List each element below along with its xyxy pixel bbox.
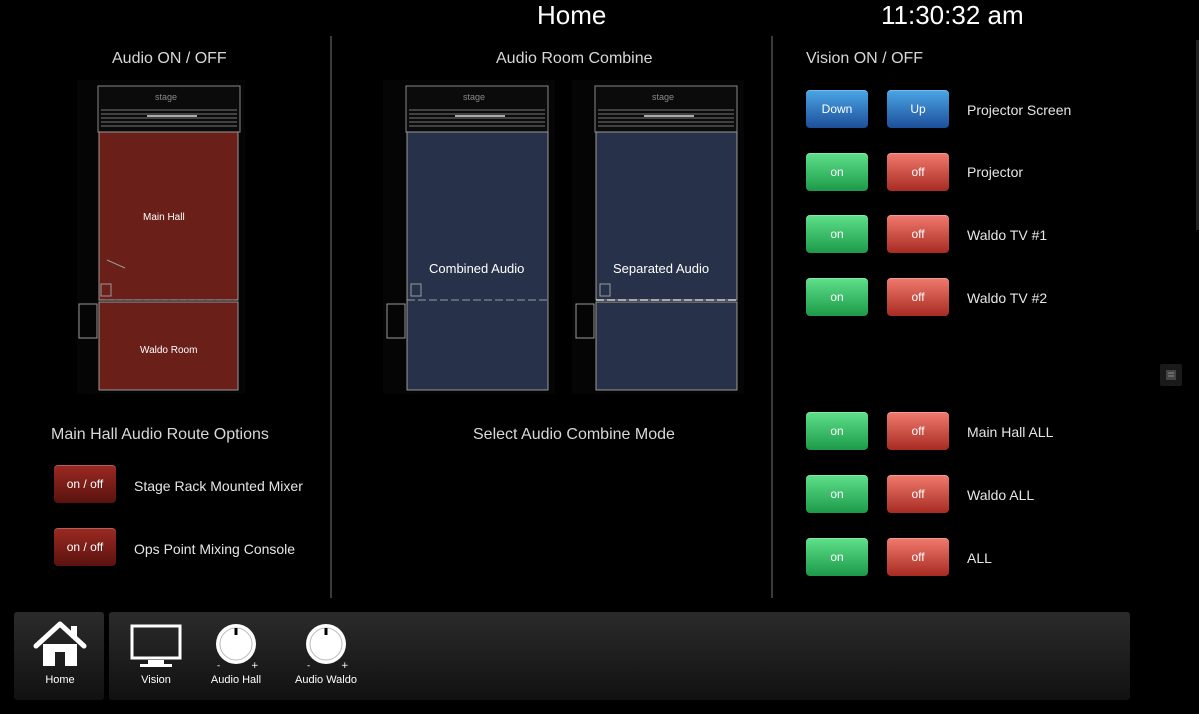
all-label: ALL [967,550,992,566]
monitor-icon [130,624,182,667]
svg-text:+: + [341,661,349,670]
combined-audio-plan[interactable] [383,80,555,394]
audio-onoff-title: Audio ON / OFF [112,50,227,67]
projector-off-button[interactable]: off [887,153,949,191]
vision-onoff-title: Vision ON / OFF [806,50,924,67]
nav-home-label: Home [45,674,75,686]
combine-title: Audio Room Combine [496,50,653,67]
projector-label: Projector [967,164,1024,180]
separated-audio-plan[interactable] [572,80,744,394]
stage-label-combined: stage [463,92,486,102]
waldo-tv1-on-button[interactable]: on [806,215,868,253]
waldo-tv1-label: Waldo TV #1 [967,227,1048,243]
waldo-tv2-off-button[interactable]: off [887,278,949,316]
waldo-all-on-button[interactable]: on [806,475,868,513]
volume-knob-icon: - + [216,624,259,670]
all-on-button[interactable]: on [806,538,868,576]
nav-audio-hall[interactable]: - + Audio Hall [208,620,264,686]
nav-home[interactable]: Home [30,620,90,686]
projector-screen-label: Projector Screen [967,102,1072,118]
stage-label: stage [155,92,178,102]
waldo-room-label: Waldo Room [140,345,198,356]
main-hall-all-label: Main Hall ALL [967,424,1054,440]
clock: 11:30:32 am [881,0,1024,30]
separated-audio-label: Separated Audio [613,261,710,276]
svg-text:-: - [307,661,310,670]
main-hall-all-off-button[interactable]: off [887,412,949,450]
projector-screen-down-button[interactable]: Down [806,90,868,128]
waldo-all-off-button[interactable]: off [887,475,949,513]
home-icon [33,621,87,666]
nav-vision[interactable]: Vision [128,622,184,686]
divider-left [330,36,332,598]
waldo-tv2-on-button[interactable]: on [806,278,868,316]
volume-knob-icon: - + [306,624,349,670]
side-panel-icon[interactable] [1160,364,1182,386]
all-off-button[interactable]: off [887,538,949,576]
waldo-tv2-label: Waldo TV #2 [967,290,1048,306]
waldo-tv1-off-button[interactable]: off [887,215,949,253]
ops-point-console-toggle[interactable]: on / off [54,528,116,566]
nav-vision-label: Vision [141,674,171,686]
route-options-title: Main Hall Audio Route Options [51,426,269,443]
ops-point-console-label: Ops Point Mixing Console [134,541,296,557]
projector-screen-up-button[interactable]: Up [887,90,949,128]
main-hall-label: Main Hall [143,212,185,223]
waldo-all-label: Waldo ALL [967,487,1035,503]
stage-label-separated: stage [652,92,675,102]
stage-rack-mixer-toggle[interactable]: on / off [54,465,116,503]
main-hall-all-on-button[interactable]: on [806,412,868,450]
nav-audio-waldo[interactable]: - + Audio Waldo [293,620,359,686]
svg-text:+: + [251,661,259,670]
projector-on-button[interactable]: on [806,153,868,191]
page-title: Home [537,0,607,30]
stage-rack-mixer-label: Stage Rack Mounted Mixer [134,478,303,494]
combine-mode-label: Select Audio Combine Mode [473,426,675,443]
combined-audio-label: Combined Audio [429,261,525,276]
divider-right [771,36,773,598]
nav-audio-hall-label: Audio Hall [210,674,262,686]
svg-text:-: - [217,661,220,670]
nav-audio-waldo-label: Audio Waldo [295,674,357,686]
